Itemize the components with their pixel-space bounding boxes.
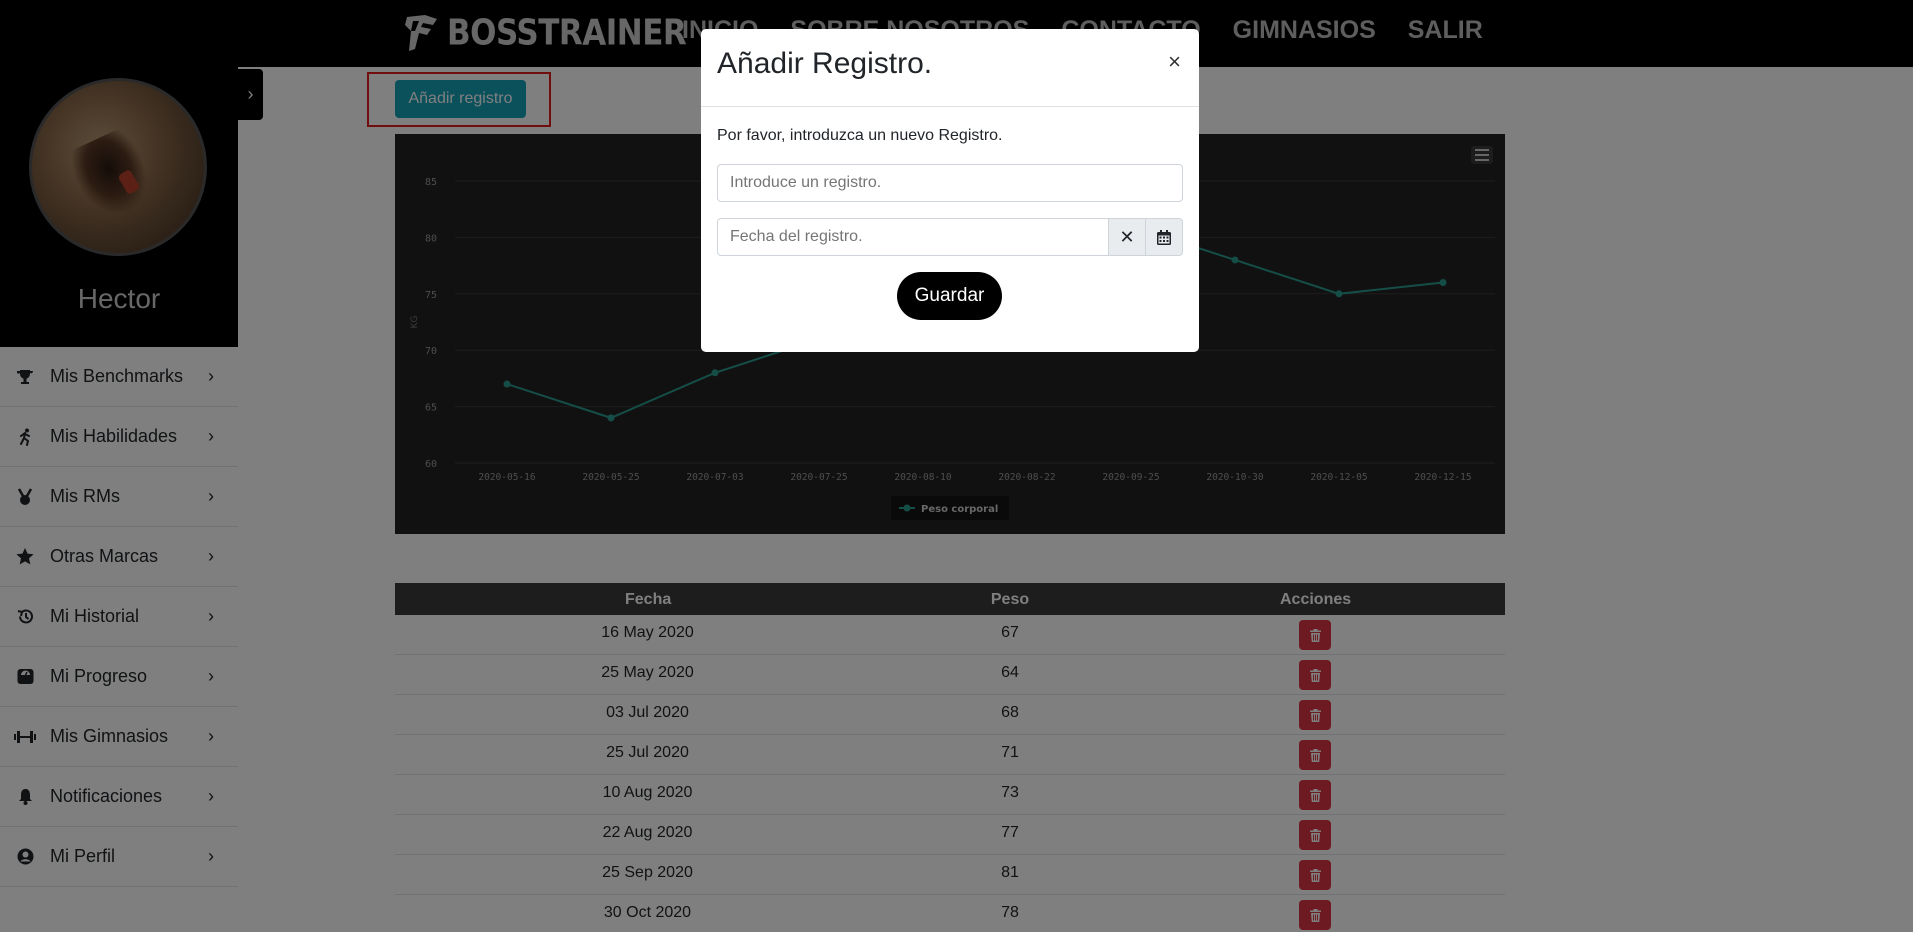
save-button[interactable]: Guardar	[897, 272, 1002, 320]
calendar-icon	[1157, 229, 1171, 245]
calendar-button[interactable]	[1145, 218, 1183, 256]
fecha-input[interactable]	[717, 218, 1109, 256]
modal-divider	[701, 106, 1199, 107]
add-record-modal: Añadir Registro. × Por favor, introduzca…	[701, 29, 1199, 352]
clear-date-button[interactable]: ✕	[1108, 218, 1146, 256]
modal-message: Por favor, introduzca un nuevo Registro.	[717, 127, 1003, 144]
close-icon: ✕	[1119, 226, 1135, 247]
date-picker: ✕	[717, 218, 1183, 256]
registro-input[interactable]	[717, 164, 1183, 202]
close-icon[interactable]: ×	[1168, 49, 1181, 75]
modal-title: Añadir Registro.	[717, 47, 933, 80]
